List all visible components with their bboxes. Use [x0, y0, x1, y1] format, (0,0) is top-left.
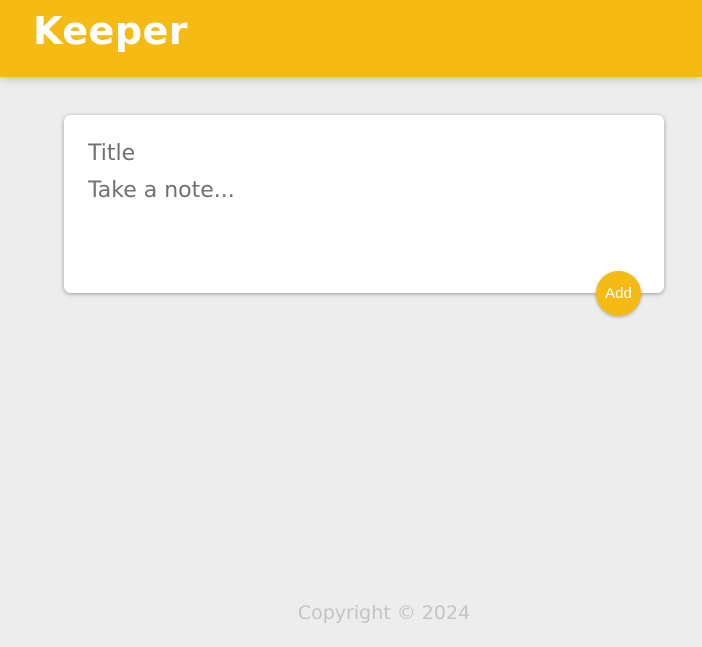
page-footer: Copyright © 2024 — [0, 599, 702, 627]
title-input[interactable] — [88, 138, 638, 168]
note-content-input[interactable] — [88, 177, 638, 267]
copyright-text: Copyright © 2024 — [297, 602, 471, 624]
app-title: Keeper — [33, 9, 189, 53]
note-composer — [64, 115, 664, 293]
add-note-button[interactable]: Add — [596, 271, 641, 316]
app-header: Keeper — [0, 0, 702, 77]
